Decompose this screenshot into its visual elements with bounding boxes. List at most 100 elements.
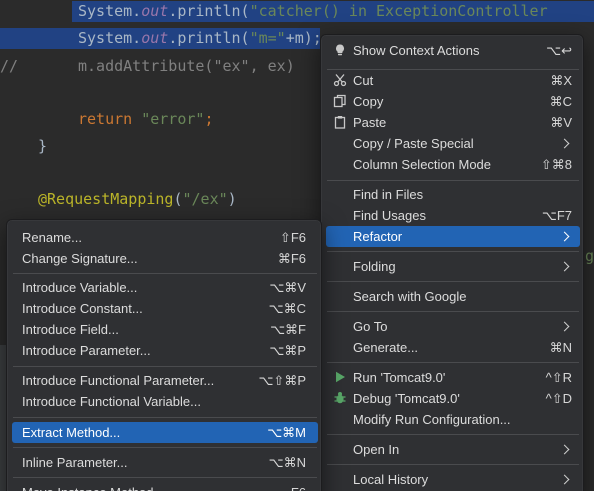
menu-item-refactor[interactable]: Refactor (326, 226, 580, 247)
menu-item-label: Find in Files (353, 187, 424, 202)
menu-item-label: Open In (353, 442, 400, 457)
code-token: System. (78, 2, 142, 20)
menu-item-label: Extract Method... (22, 425, 121, 440)
menu-item-introduce-parameter[interactable]: Introduce Parameter... ⌥⌘P (12, 340, 318, 361)
menu-item-local-history[interactable]: Local History (326, 469, 580, 490)
run-icon (333, 370, 347, 384)
code-token: +m); (285, 29, 322, 47)
menu-item-find-in-files[interactable]: Find in Files (326, 184, 580, 205)
menu-item-copy[interactable]: Copy ⌘C (326, 91, 580, 112)
code-token: ; (204, 110, 214, 128)
menu-item-rename[interactable]: Rename... ⇧F6 (12, 227, 318, 248)
chevron-right-icon (559, 231, 570, 242)
menu-separator (327, 434, 579, 435)
menu-item-shortcut: ^⇧R (545, 370, 572, 385)
menu-item-shortcut: ⇧⌘8 (540, 157, 572, 172)
menu-separator (327, 311, 579, 312)
menu-item-shortcut: ⌘C (549, 94, 572, 109)
menu-item-go-to[interactable]: Go To (326, 316, 580, 337)
code-token: return (78, 110, 142, 128)
menu-item-label: Move Instance Method... (22, 482, 164, 491)
code-line: m.addAttribute("ex", ex) (78, 56, 295, 77)
menu-separator (13, 417, 317, 418)
code-token: .println( (168, 29, 250, 47)
menu-item-shortcut: ⌘V (550, 115, 572, 130)
menu-item-folding[interactable]: Folding (326, 256, 580, 277)
menu-separator (327, 464, 579, 465)
menu-item-cut[interactable]: Cut ⌘X (326, 70, 580, 91)
menu-item-label: Refactor (353, 229, 403, 244)
context-menu: Show Context Actions ⌥↩ Cut ⌘X Copy ⌘C Paste ⌘V… (320, 34, 584, 491)
menu-item-label: Generate... (353, 340, 419, 355)
menu-item-introduce-field[interactable]: Introduce Field... ⌥⌘F (12, 319, 318, 340)
menu-item-generate[interactable]: Generate... ⌘N (326, 337, 580, 358)
menu-item-label: Copy (353, 94, 384, 109)
code-token: out (141, 29, 169, 47)
menu-item-move-instance-method[interactable]: Move Instance Method... F6 (12, 482, 318, 491)
chevron-right-icon (559, 321, 570, 332)
menu-item-shortcut: ⇧F6 (279, 230, 306, 245)
code-token: "/ex" (182, 190, 228, 208)
menu-item-copy-paste-special[interactable]: Copy / Paste Special (326, 133, 580, 154)
code-token: "m=" (249, 29, 286, 47)
menu-item-change-signature[interactable]: Change Signature... ⌘F6 (12, 248, 318, 269)
menu-item-paste[interactable]: Paste ⌘V (326, 112, 580, 133)
code-line: return "error"; (78, 109, 213, 130)
menu-item-label: Paste (353, 115, 387, 130)
refactor-submenu: Rename... ⇧F6 Change Signature... ⌘F6 Introd… (6, 219, 322, 491)
clipboard-icon (333, 115, 347, 129)
menu-item-shortcut: ⌥F7 (541, 208, 572, 223)
menu-separator (327, 281, 579, 282)
menu-item-modify-run-configuration[interactable]: Modify Run Configuration... (326, 409, 580, 430)
menu-item-shortcut: ⌥⌘M (267, 425, 306, 440)
menu-item-shortcut: ⌘X (550, 73, 572, 88)
code-token: .println( (168, 2, 250, 20)
code-token: ( (173, 190, 183, 208)
menu-item-column-selection-mode[interactable]: Column Selection Mode ⇧⌘8 (326, 154, 580, 175)
menu-item-introduce-functional-variable[interactable]: Introduce Functional Variable... (12, 391, 318, 412)
chevron-right-icon (559, 138, 570, 149)
comment-prefix: // (0, 57, 19, 75)
code-token: } (38, 137, 48, 155)
menu-separator (13, 447, 317, 448)
code-token: "error" (141, 110, 205, 128)
code-line: System.out.println("m="+m); (78, 28, 322, 49)
menu-item-shortcut: ⌥⇧⌘P (258, 373, 306, 388)
code-line: } (38, 136, 47, 157)
chevron-right-icon (559, 474, 570, 485)
menu-item-find-usages[interactable]: Find Usages ⌥F7 (326, 205, 580, 226)
menu-item-inline-parameter[interactable]: Inline Parameter... ⌥⌘N (12, 452, 318, 473)
menu-item-label: Introduce Constant... (22, 301, 143, 316)
chevron-right-icon (559, 444, 570, 455)
menu-item-shortcut: ⌥⌘V (269, 280, 306, 295)
menu-item-label: Rename... (22, 230, 82, 245)
menu-item-label: Search with Google (353, 289, 467, 304)
menu-separator (13, 477, 317, 478)
menu-separator (13, 366, 317, 367)
code-token: out (141, 2, 169, 20)
menu-item-extract-method[interactable]: Extract Method... ⌥⌘M (12, 422, 318, 443)
menu-item-shortcut: ⌥⌘P (269, 343, 306, 358)
menu-item-label: Modify Run Configuration... (353, 412, 511, 427)
menu-item-label: Column Selection Mode (353, 157, 492, 172)
menu-item-introduce-variable[interactable]: Introduce Variable... ⌥⌘V (12, 277, 318, 298)
menu-item-label: Inline Parameter... (22, 455, 128, 470)
scissors-icon (333, 73, 347, 87)
menu-item-open-in[interactable]: Open In (326, 439, 580, 460)
menu-item-shortcut: ⌥⌘F (270, 322, 306, 337)
menu-item-label: Debug 'Tomcat9.0' (353, 391, 460, 406)
menu-item-label: Introduce Parameter... (22, 343, 151, 358)
menu-item-debug-tomcat9-0[interactable]: Debug 'Tomcat9.0' ^⇧D (326, 388, 580, 409)
menu-item-search-with-google[interactable]: Search with Google (326, 286, 580, 307)
code-token: "catcher() in ExceptionController (249, 2, 548, 20)
menu-item-shortcut: ^⇧D (545, 391, 572, 406)
menu-item-run-tomcat9-0[interactable]: Run 'Tomcat9.0' ^⇧R (326, 367, 580, 388)
menu-item-shortcut: F6 (291, 482, 306, 491)
menu-item-introduce-functional-parameter[interactable]: Introduce Functional Parameter... ⌥⇧⌘P (12, 370, 318, 391)
menu-separator (327, 362, 579, 363)
menu-item-introduce-constant[interactable]: Introduce Constant... ⌥⌘C (12, 298, 318, 319)
code-line: @RequestMapping("/ex") (38, 189, 237, 210)
menu-item-show-context-actions[interactable]: Show Context Actions ⌥↩ (326, 40, 580, 61)
menu-item-label: Go To (353, 319, 388, 334)
menu-item-label: Run 'Tomcat9.0' (353, 370, 446, 385)
